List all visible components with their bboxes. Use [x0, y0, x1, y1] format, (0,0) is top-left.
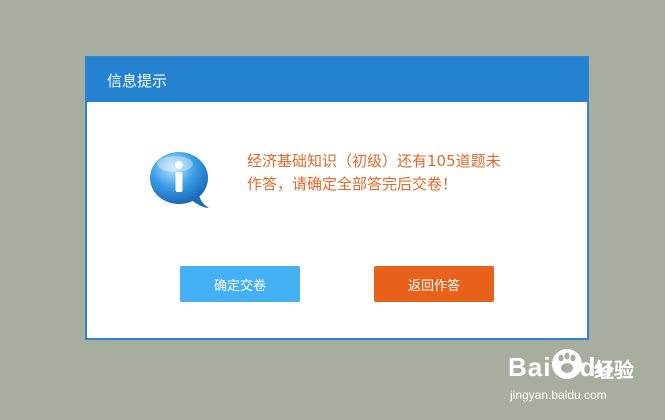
- dialog-body: 经济基础知识（初级）还有105道题未 作答，请确定全部答完后交卷！ 确定交卷 返…: [87, 102, 587, 338]
- dialog-header: 信息提示: [87, 58, 587, 102]
- info-speech-bubble-icon: [150, 152, 209, 208]
- dialog-message: 经济基础知识（初级）还有105道题未 作答，请确定全部答完后交卷！: [247, 150, 537, 196]
- message-line-1: 经济基础知识（初级）还有105道题未: [247, 152, 501, 170]
- return-to-answer-button[interactable]: 返回作答: [374, 266, 494, 302]
- watermark-product: 经验: [594, 358, 634, 382]
- baidu-paw-icon: [552, 349, 582, 379]
- info-dialog: 信息提示 经济基础知识（初级）还有105道题未 作答，请确定全部答完后交卷！ 确…: [85, 56, 589, 340]
- baidu-jingyan-watermark: Bai du 经验 jingyan.baidu.com: [508, 348, 658, 408]
- watermark-url: jingyan.baidu.com: [510, 388, 607, 402]
- message-line-2: 作答，请确定全部答完后交卷！: [247, 175, 458, 193]
- confirm-submit-button[interactable]: 确定交卷: [180, 266, 300, 302]
- dialog-title: 信息提示: [107, 71, 168, 90]
